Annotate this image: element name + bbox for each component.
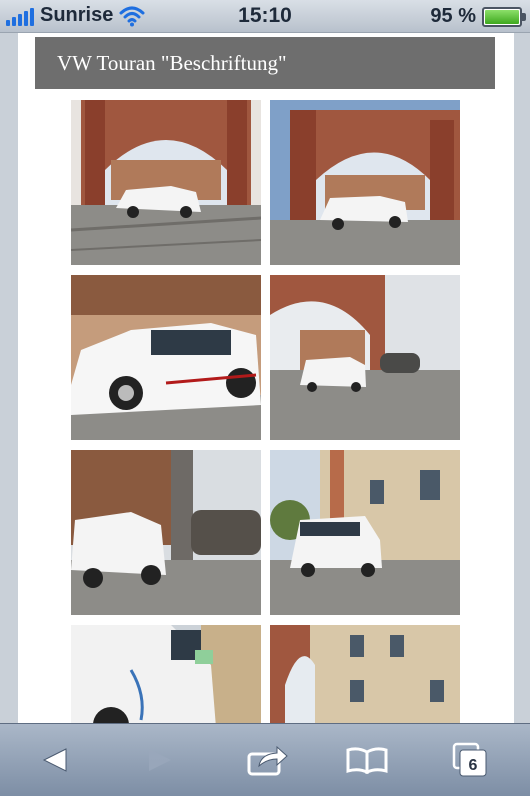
page-title: VW Touran "Beschriftung" bbox=[57, 51, 287, 75]
bookmarks-icon bbox=[346, 747, 388, 774]
gallery-photo[interactable] bbox=[71, 275, 261, 440]
gallery-photo[interactable] bbox=[270, 450, 460, 615]
forward-arrow-icon bbox=[149, 749, 171, 771]
gallery-photo[interactable] bbox=[270, 100, 460, 265]
back-arrow-icon bbox=[42, 748, 67, 772]
battery-percentage: 95 % bbox=[430, 5, 476, 27]
gallery-photo[interactable] bbox=[270, 625, 460, 723]
gallery-photo[interactable] bbox=[71, 100, 261, 265]
gallery-photo[interactable] bbox=[71, 450, 261, 615]
forward-button[interactable] bbox=[120, 724, 200, 796]
battery-fill bbox=[485, 9, 520, 24]
battery-icon bbox=[482, 6, 526, 27]
back-button[interactable] bbox=[15, 724, 95, 796]
tabs-count: 6 bbox=[469, 757, 478, 774]
status-bar: Sunrise 15:10 95 % bbox=[0, 0, 530, 33]
share-icon bbox=[247, 745, 288, 776]
web-page[interactable]: VW Touran "Beschriftung" bbox=[18, 33, 514, 723]
share-button[interactable] bbox=[228, 724, 308, 796]
bookmarks-button[interactable] bbox=[327, 724, 407, 796]
gallery-photo[interactable] bbox=[71, 625, 261, 723]
page-header: VW Touran "Beschriftung" bbox=[35, 37, 495, 89]
browser-toolbar: 6 bbox=[0, 723, 530, 796]
gallery-photo[interactable] bbox=[270, 275, 460, 440]
tabs-icon: 6 bbox=[452, 742, 487, 777]
tabs-button[interactable]: 6 bbox=[430, 724, 510, 796]
